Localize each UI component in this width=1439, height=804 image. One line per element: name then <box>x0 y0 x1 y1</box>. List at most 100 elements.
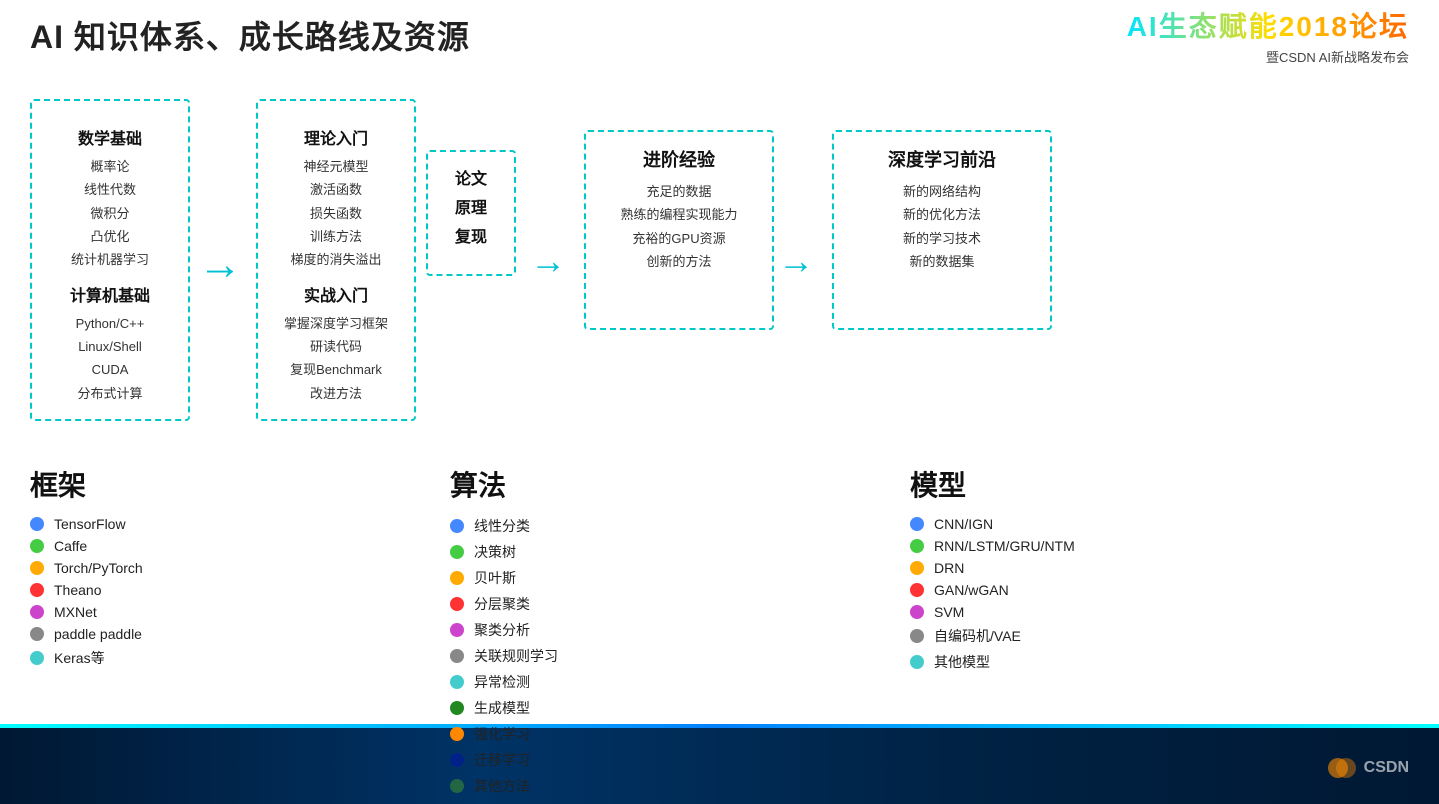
watermark: CSDN <box>1326 752 1409 784</box>
dot-icon <box>30 627 44 641</box>
list-item: 分层聚类 <box>450 594 710 614</box>
algorithm-title: 算法 <box>450 464 710 504</box>
framework-list: TensorFlow Caffe Torch/PyTorch Theano MXNet p… <box>30 516 290 668</box>
arrow-3 <box>778 240 828 280</box>
dot-icon <box>450 701 464 715</box>
item-label: TensorFlow <box>54 516 126 532</box>
list-item: 生成模型 <box>450 698 710 718</box>
item-label: 迁移学习 <box>474 750 530 770</box>
practice-items: 掌握深度学习框架研读代码复现Benchmark改进方法 <box>276 312 396 406</box>
item-label: 关联规则学习 <box>474 646 558 666</box>
main-content: 数学基础 概率论线性代数微积分凸优化统计机器学习 计算机基础 Python/C+… <box>0 70 1439 724</box>
dot-icon <box>30 583 44 597</box>
framework-column: 框架 TensorFlow Caffe Torch/PyTorch Theano MXN… <box>30 464 290 802</box>
item-label: SVM <box>934 604 964 620</box>
item-label: 决策树 <box>474 542 516 562</box>
dot-icon <box>30 605 44 619</box>
item-label: 强化学习 <box>474 724 530 744</box>
list-item: 迁移学习 <box>450 750 710 770</box>
item-label: RNN/LSTM/GRU/NTM <box>934 538 1075 554</box>
list-item: 关联规则学习 <box>450 646 710 666</box>
list-item: MXNet <box>30 604 290 620</box>
list-item: 贝叶斯 <box>450 568 710 588</box>
theory-title: 理论入门 <box>276 125 396 149</box>
deep-box: 深度学习前沿 新的网络结构新的优化方法新的学习技术新的数据集 <box>832 130 1052 330</box>
list-item: TensorFlow <box>30 516 290 532</box>
item-label: GAN/wGAN <box>934 582 1009 598</box>
dot-icon <box>910 539 924 553</box>
list-item: Theano <box>30 582 290 598</box>
list-item: DRN <box>910 560 1230 576</box>
adv-title: 进阶经验 <box>604 146 754 172</box>
list-item: 自编码机/VAE <box>910 626 1230 646</box>
deep-title: 深度学习前沿 <box>852 146 1032 172</box>
logo-main-text: AI生态赋能2018论坛 <box>1127 5 1409 45</box>
watermark-text: CSDN <box>1364 759 1409 777</box>
item-label: paddle paddle <box>54 626 142 642</box>
model-list: CNN/IGN RNN/LSTM/GRU/NTM DRN GAN/wGAN SVM 自编码… <box>910 516 1230 672</box>
item-label: 线性分类 <box>474 516 530 536</box>
bottom-section: 框架 TensorFlow Caffe Torch/PyTorch Theano MXN… <box>30 454 1409 802</box>
practice-title: 实战入门 <box>276 282 396 306</box>
theory-items: 神经元模型激活函数损失函数训练方法梯度的消失溢出 <box>276 155 396 272</box>
model-title: 模型 <box>910 464 1230 504</box>
dot-icon <box>910 605 924 619</box>
item-label: 自编码机/VAE <box>934 626 1021 646</box>
list-item: Caffe <box>30 538 290 554</box>
list-item: 异常检测 <box>450 672 710 692</box>
theory-box: 理论入门 神经元模型激活函数损失函数训练方法梯度的消失溢出 实战入门 掌握深度学… <box>256 99 416 422</box>
math-items: 概率论线性代数微积分凸优化统计机器学习 <box>50 155 170 272</box>
dot-icon <box>910 655 924 669</box>
cs-title: 计算机基础 <box>50 282 170 306</box>
dot-icon <box>30 651 44 665</box>
dot-icon <box>450 545 464 559</box>
header: AI 知识体系、成长路线及资源 AI生态赋能2018论坛 暨CSDN AI新战略… <box>0 0 1439 70</box>
item-label: 聚类分析 <box>474 620 530 640</box>
item-label: 其他模型 <box>934 652 990 672</box>
algorithm-column: 算法 线性分类决策树贝叶斯分层聚类聚类分析关联规则学习异常检测生成模型强化学习迁… <box>450 464 710 802</box>
logo-sub-text: 暨CSDN AI新战略发布会 <box>1266 47 1409 66</box>
dot-icon <box>450 779 464 793</box>
dot-icon <box>30 561 44 575</box>
dot-icon <box>450 649 464 663</box>
dot-icon <box>30 539 44 553</box>
item-label: Caffe <box>54 538 87 554</box>
dot-icon <box>910 629 924 643</box>
framework-title: 框架 <box>30 464 290 504</box>
list-item: Torch/PyTorch <box>30 560 290 576</box>
list-item: 其他方法 <box>450 776 710 796</box>
arrow-1 <box>198 240 248 280</box>
list-item: 强化学习 <box>450 724 710 744</box>
item-label: DRN <box>934 560 964 576</box>
math-title: 数学基础 <box>50 125 170 149</box>
item-label: 生成模型 <box>474 698 530 718</box>
dot-icon <box>450 727 464 741</box>
algorithm-list: 线性分类决策树贝叶斯分层聚类聚类分析关联规则学习异常检测生成模型强化学习迁移学习… <box>450 516 710 796</box>
adv-items: 充足的数据熟练的编程实现能力充裕的GPU资源创新的方法 <box>604 180 754 274</box>
list-item: 聚类分析 <box>450 620 710 640</box>
deep-items: 新的网络结构新的优化方法新的学习技术新的数据集 <box>852 180 1032 274</box>
paper-title: 论文原理复现 <box>446 166 496 252</box>
paper-box: 论文原理复现 <box>426 150 516 276</box>
item-label: Theano <box>54 582 101 598</box>
dot-icon <box>450 597 464 611</box>
list-item: SVM <box>910 604 1230 620</box>
list-item: CNN/IGN <box>910 516 1230 532</box>
item-label: Keras等 <box>54 648 105 668</box>
flow-diagram: 数学基础 概率论线性代数微积分凸优化统计机器学习 计算机基础 Python/C+… <box>30 90 1409 430</box>
dot-icon <box>30 517 44 531</box>
list-item: 决策树 <box>450 542 710 562</box>
page-title: AI 知识体系、成长路线及资源 <box>30 12 470 58</box>
list-item: 其他模型 <box>910 652 1230 672</box>
cs-items: Python/C++Linux/ShellCUDA分布式计算 <box>50 312 170 406</box>
model-column: 模型 CNN/IGN RNN/LSTM/GRU/NTM DRN GAN/wGAN SVM… <box>910 464 1230 802</box>
item-label: CNN/IGN <box>934 516 993 532</box>
item-label: 分层聚类 <box>474 594 530 614</box>
item-label: 异常检测 <box>474 672 530 692</box>
item-label: MXNet <box>54 604 97 620</box>
item-label: Torch/PyTorch <box>54 560 143 576</box>
item-label: 贝叶斯 <box>474 568 516 588</box>
dot-icon <box>450 675 464 689</box>
dot-icon <box>910 517 924 531</box>
csdn-icon <box>1326 752 1358 784</box>
